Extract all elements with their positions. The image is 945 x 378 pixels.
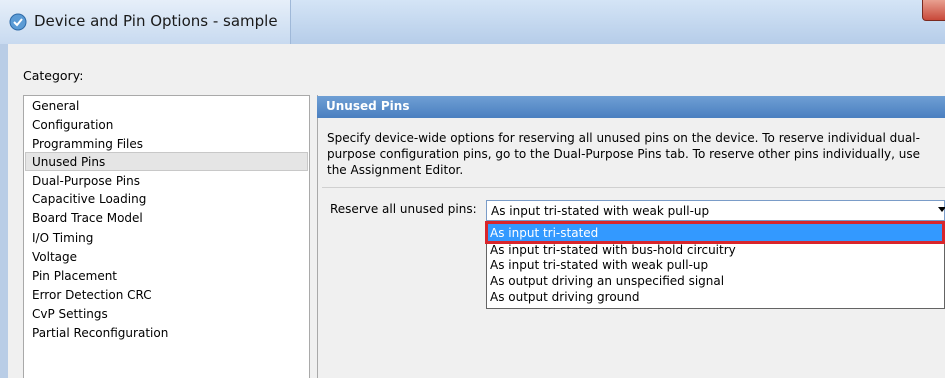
reserve-unused-pins-select[interactable]: As input tri-stated with weak pull-up xyxy=(486,200,945,221)
category-item-voltage[interactable]: Voltage xyxy=(32,248,77,266)
window-frame xyxy=(0,44,8,378)
panel-header xyxy=(317,96,945,118)
category-item-io-timing[interactable]: I/O Timing xyxy=(32,229,93,247)
chevron-down-icon[interactable] xyxy=(938,207,945,212)
dropdown-option-bus-hold[interactable]: As input tri-stated with bus-hold circui… xyxy=(490,243,736,257)
dropdown-option-weak-pull-up[interactable]: As input tri-stated with weak pull-up xyxy=(490,258,708,272)
category-item-dual-purpose-pins[interactable]: Dual-Purpose Pins xyxy=(32,172,140,190)
divider xyxy=(322,187,945,188)
app-icon xyxy=(9,13,27,31)
description-line: purpose configuration pins, go to the Du… xyxy=(327,147,920,161)
category-item-cvp-settings[interactable]: CvP Settings xyxy=(32,305,108,323)
category-item-general[interactable]: General xyxy=(32,97,79,115)
category-item-board-trace-model[interactable]: Board Trace Model xyxy=(32,209,143,227)
category-label: Category: xyxy=(23,68,84,83)
annotation-highlight-box xyxy=(485,221,945,244)
category-item-partial-reconfiguration[interactable]: Partial Reconfiguration xyxy=(32,324,168,342)
category-item-error-detection-crc[interactable]: Error Detection CRC xyxy=(32,286,152,304)
reserve-unused-pins-value: As input tri-stated with weak pull-up xyxy=(491,204,710,218)
description-line: the Assignment Editor. xyxy=(327,163,464,177)
panel-title: Unused Pins xyxy=(326,99,410,113)
description-line: Specify device-wide options for reservin… xyxy=(327,131,920,145)
dropdown-option-output-ground[interactable]: As output driving ground xyxy=(490,290,639,304)
reserve-unused-pins-label: Reserve all unused pins: xyxy=(330,202,477,216)
close-button[interactable] xyxy=(922,0,945,21)
category-item-pin-placement[interactable]: Pin Placement xyxy=(32,267,117,285)
category-item-unused-pins[interactable]: Unused Pins xyxy=(32,153,105,171)
window-title: Device and Pin Options - sample xyxy=(34,12,278,30)
category-item-capacitive-loading[interactable]: Capacitive Loading xyxy=(32,190,146,208)
dropdown-option-output-unspecified[interactable]: As output driving an unspecified signal xyxy=(490,274,724,288)
panel-description: Specify device-wide options for reservin… xyxy=(327,130,939,178)
category-item-programming-files[interactable]: Programming Files xyxy=(32,135,143,153)
category-item-configuration[interactable]: Configuration xyxy=(32,116,113,134)
